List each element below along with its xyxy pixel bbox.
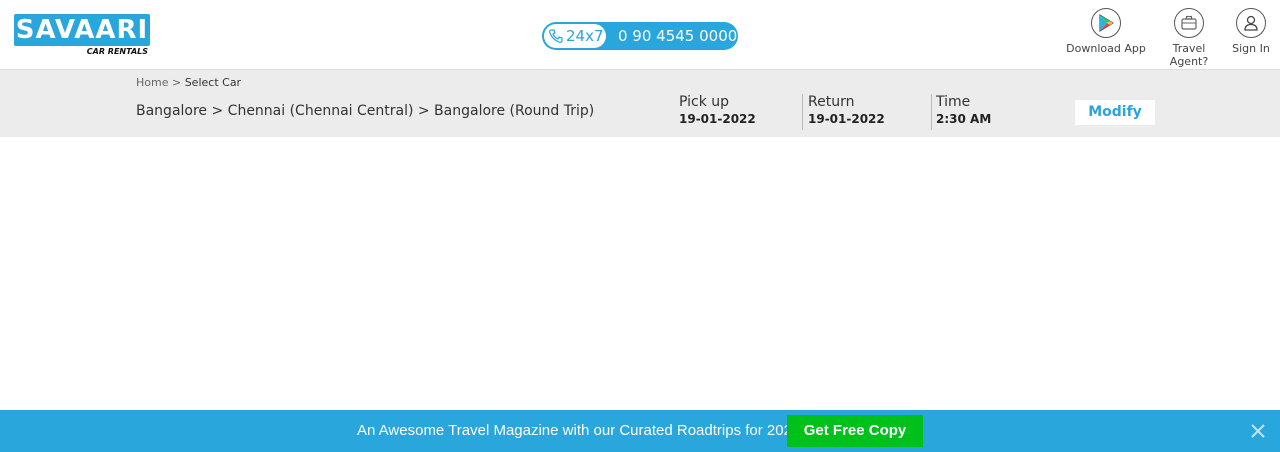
phone-number[interactable]: 0 90 4545 0000: [618, 22, 737, 50]
download-app-link[interactable]: Download App: [1066, 8, 1146, 55]
breadcrumb-home[interactable]: Home: [136, 76, 168, 89]
phone-support-pill[interactable]: 24x7 0 90 4545 0000: [542, 22, 738, 50]
pickup-label: Pick up: [679, 94, 730, 110]
promo-banner: An Awesome Travel Magazine with our Cura…: [0, 410, 1280, 452]
savaari-logo[interactable]: SAVAARI CAR RENTALS: [14, 14, 150, 60]
phone-badge: 24x7: [544, 24, 606, 48]
get-free-copy-button[interactable]: Get Free Copy: [787, 415, 923, 447]
time-label: Time: [936, 94, 971, 110]
travel-agent-link[interactable]: Travel Agent?: [1152, 8, 1226, 68]
sign-in-label: Sign In: [1232, 42, 1270, 55]
sign-in-link[interactable]: Sign In: [1230, 8, 1272, 55]
travel-agent-label: Travel Agent?: [1169, 42, 1209, 68]
time-value: 2:30 AM: [936, 112, 992, 126]
breadcrumb: Home > Select Car: [136, 76, 241, 89]
pickup-value: 19-01-2022: [679, 112, 756, 126]
phone-badge-label: 24x7: [566, 27, 604, 45]
briefcase-icon: [1174, 8, 1204, 38]
return-label: Return: [808, 94, 855, 110]
pickup-date: Pick up 19-01-2022: [679, 94, 756, 132]
trip-route: Bangalore > Chennai (Chennai Central) > …: [136, 103, 595, 119]
modify-button[interactable]: Modify: [1075, 100, 1155, 125]
download-app-label: Download App: [1066, 42, 1146, 55]
logo-wordmark: SAVAARI: [14, 14, 150, 46]
divider: [931, 94, 932, 130]
return-date: Return 19-01-2022: [808, 94, 885, 132]
pickup-time: Time 2:30 AM: [936, 94, 991, 132]
close-icon[interactable]: [1250, 423, 1266, 439]
breadcrumb-current: Select Car: [184, 76, 242, 89]
site-header: SAVAARI CAR RENTALS 24x7 0 90 4545 0000 …: [0, 0, 1280, 70]
phone-icon: [549, 29, 563, 43]
breadcrumb-separator: >: [171, 76, 182, 89]
divider: [802, 94, 803, 130]
play-store-icon: [1091, 8, 1121, 38]
return-value: 19-01-2022: [808, 112, 885, 126]
promo-text: An Awesome Travel Magazine with our Cura…: [357, 422, 801, 439]
user-icon: [1236, 8, 1266, 38]
logo-subtitle: CAR RENTALS: [86, 47, 148, 56]
